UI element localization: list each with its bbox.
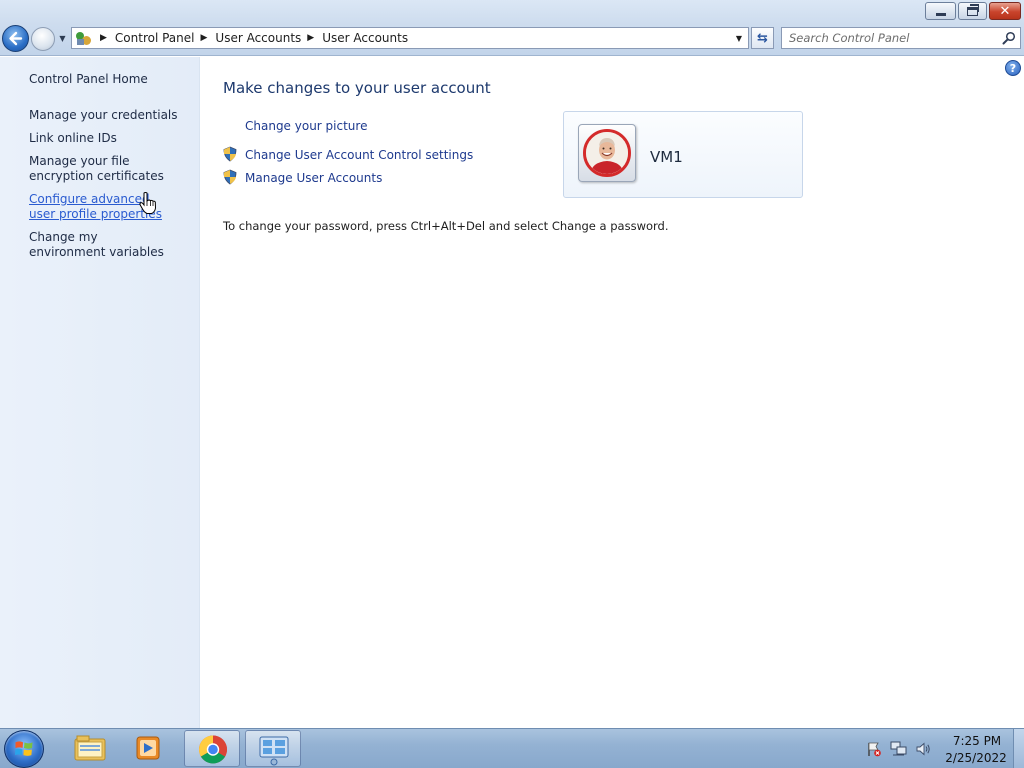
left-navigation-pane: Control Panel Home Manage your credentia…	[0, 57, 200, 728]
page-title: Make changes to your user account	[223, 79, 491, 97]
restore-button[interactable]	[958, 2, 987, 20]
sidebar-item-manage-credentials[interactable]: Manage your credentials	[29, 108, 189, 123]
clock-time[interactable]: 7:25 PM	[952, 734, 1002, 748]
clock-date[interactable]: 2/25/2022	[945, 751, 1007, 765]
change-picture-link[interactable]: Change your picture	[245, 119, 367, 133]
taskbar: 7:25 PM 2/25/2022	[0, 728, 1024, 768]
show-desktop-button[interactable]	[1013, 729, 1024, 768]
close-icon: ✕	[999, 3, 1011, 19]
search-box[interactable]	[781, 27, 1021, 49]
avatar-frame[interactable]	[578, 124, 636, 182]
minimize-icon	[935, 12, 946, 16]
minimize-button[interactable]	[925, 2, 956, 20]
uac-shield-icon	[223, 146, 237, 162]
main-content: ? Make changes to your user account Chan…	[201, 57, 1024, 728]
volume-icon[interactable]	[915, 741, 931, 757]
taskbar-chrome[interactable]	[184, 730, 240, 767]
help-icon[interactable]: ?	[1005, 60, 1021, 76]
avatar	[583, 129, 631, 177]
sidebar-item-link-online-ids[interactable]: Link online IDs	[29, 131, 189, 146]
refresh-button[interactable]: ⇆	[751, 27, 774, 49]
window-titlebar: ✕ ▼ ▶ Control Panel ▶ User Accounts ▶ Us…	[0, 0, 1024, 56]
user-account-card: VM1	[563, 111, 803, 198]
sidebar-item-control-panel-home[interactable]: Control Panel Home	[29, 72, 189, 87]
search-input[interactable]	[782, 28, 992, 48]
refresh-icon: ⇆	[757, 30, 768, 46]
uac-shield-icon	[223, 169, 237, 185]
account-name: VM1	[650, 148, 683, 166]
breadcrumb-user-accounts[interactable]: User Accounts	[215, 31, 301, 45]
breadcrumb-user-accounts-current[interactable]: User Accounts	[322, 31, 408, 45]
chrome-icon	[199, 735, 227, 764]
sidebar-item-file-encryption-certificates[interactable]: Manage your file encryption certificates	[29, 154, 189, 184]
address-bar[interactable]: ▶ Control Panel ▶ User Accounts ▶ User A…	[71, 27, 749, 49]
start-button[interactable]	[4, 730, 44, 768]
search-icon[interactable]	[1002, 31, 1016, 45]
back-arrow-icon	[9, 31, 23, 46]
address-history-dropdown[interactable]: ▼	[732, 31, 746, 45]
breadcrumb-separator-icon[interactable]: ▶	[201, 33, 208, 43]
restore-icon	[967, 3, 979, 16]
sidebar-item-environment-variables[interactable]: Change my environment variables	[29, 230, 169, 260]
back-button[interactable]	[2, 25, 29, 52]
folder-icon	[74, 735, 106, 761]
breadcrumb-separator-icon[interactable]: ▶	[307, 33, 314, 43]
windows-logo-icon	[15, 741, 33, 756]
media-player-icon	[136, 736, 160, 760]
password-instructions: To change your password, press Ctrl+Alt+…	[223, 219, 669, 233]
breadcrumb-control-panel[interactable]: Control Panel	[115, 31, 195, 45]
hand-cursor-icon	[139, 192, 157, 214]
forward-button[interactable]	[31, 27, 55, 51]
taskbar-control-panel[interactable]	[245, 730, 301, 767]
taskbar-media-player[interactable]	[120, 730, 176, 767]
close-button[interactable]: ✕	[989, 2, 1021, 20]
action-center-flag-icon[interactable]	[866, 741, 882, 757]
recent-pages-dropdown[interactable]: ▼	[57, 33, 68, 44]
control-panel-icon	[74, 29, 94, 47]
change-uac-settings-link[interactable]: Change User Account Control settings	[245, 148, 473, 162]
taskbar-windows-explorer[interactable]	[62, 730, 118, 767]
chevron-down-icon: ▼	[59, 34, 66, 43]
breadcrumb-separator-icon[interactable]: ▶	[100, 33, 107, 43]
manage-user-accounts-link[interactable]: Manage User Accounts	[245, 171, 382, 185]
network-icon[interactable]	[890, 741, 907, 757]
control-panel-icon	[259, 736, 289, 766]
chevron-down-icon: ▼	[735, 33, 743, 43]
